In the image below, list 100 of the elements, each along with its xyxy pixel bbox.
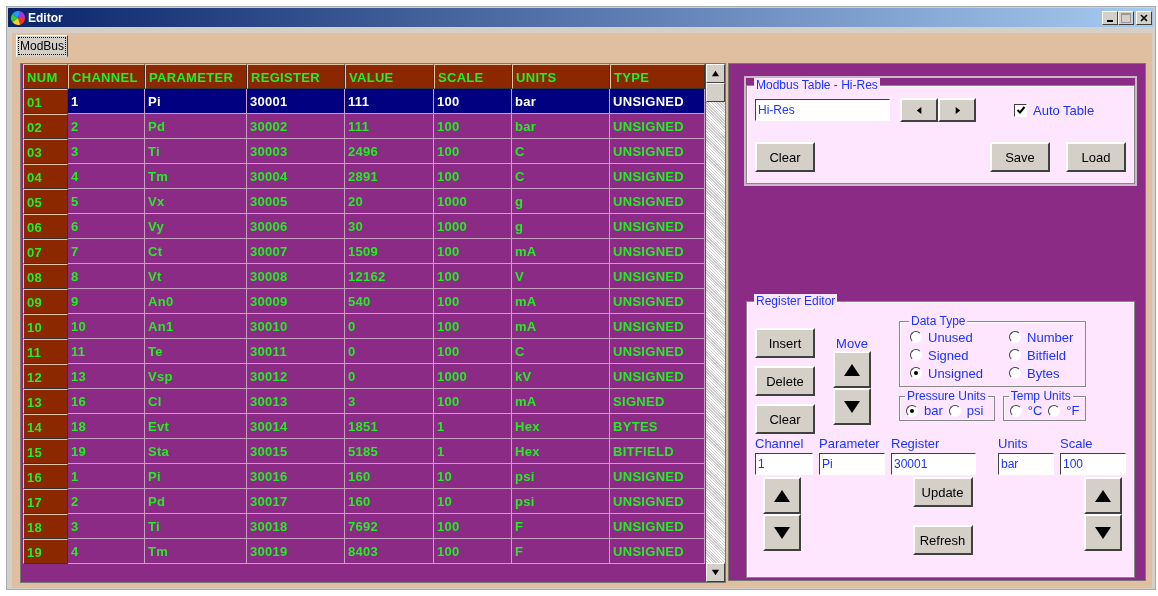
units-field[interactable]: bar (998, 453, 1054, 475)
row-header[interactable]: 09 (23, 289, 68, 314)
table-cell: 30018 (247, 514, 345, 539)
row-header[interactable]: 01 (23, 89, 68, 114)
table-cell: Tm (145, 164, 247, 189)
button[interactable]: Clear (755, 404, 815, 434)
button[interactable]: Delete (755, 366, 815, 396)
radio-button[interactable] (1048, 404, 1061, 417)
arrow-button[interactable] (938, 98, 976, 122)
maximize-button[interactable] (1118, 10, 1134, 25)
update-button[interactable]: Update (912, 477, 973, 507)
column-header[interactable]: PARAMETER (145, 64, 247, 89)
group-title: Modbus Table - Hi-Res (754, 78, 880, 92)
close-icon (1140, 13, 1148, 22)
radio-label: Unsigned (928, 365, 983, 381)
table-cell: 1 (68, 464, 145, 489)
arrow-button[interactable] (1084, 514, 1122, 551)
scroll-thumb[interactable] (706, 83, 725, 102)
button[interactable]: Insert (755, 328, 815, 358)
row-header[interactable]: 02 (23, 114, 68, 139)
table-cell: 30010 (247, 314, 345, 339)
column-header[interactable]: NUM (23, 64, 68, 89)
scale-field[interactable]: 100 (1060, 453, 1126, 475)
radio-button[interactable] (906, 404, 918, 417)
radio-button[interactable] (1009, 367, 1022, 379)
radio-label: Unused (928, 329, 973, 345)
row-header[interactable]: 03 (23, 139, 68, 164)
table-cell: 100 (434, 264, 512, 289)
name-field[interactable]: Hi-Res (755, 99, 890, 121)
table-cell: 100 (434, 339, 512, 364)
arrow-button[interactable] (833, 388, 871, 425)
row-header[interactable]: 10 (23, 314, 68, 339)
row-header[interactable]: 04 (23, 164, 68, 189)
row-header[interactable]: 08 (23, 264, 68, 289)
row-header[interactable]: 06 (23, 214, 68, 239)
radio-button[interactable] (948, 404, 961, 417)
refresh-button[interactable]: Refresh (912, 525, 973, 555)
channel-field[interactable]: 1 (755, 453, 813, 475)
table-cell: SIGNED (610, 389, 705, 414)
table-cell: Vy (145, 214, 247, 239)
clear-button[interactable]: Clear (755, 142, 815, 172)
arrow-button[interactable] (833, 351, 871, 388)
radio-button[interactable] (910, 367, 922, 379)
radio-button[interactable] (1009, 331, 1022, 343)
radio-button[interactable] (1009, 349, 1022, 361)
column-header[interactable]: TYPE (610, 64, 705, 89)
radio-button[interactable] (910, 331, 922, 343)
column-header[interactable]: CHANNEL (68, 64, 145, 89)
row-header[interactable]: 11 (23, 339, 68, 364)
table-cell: mA (512, 239, 610, 264)
table-cell: 30013 (247, 389, 345, 414)
column-header[interactable]: REGISTER (247, 64, 345, 89)
row-header[interactable]: 13 (23, 389, 68, 414)
row-header[interactable]: 12 (23, 364, 68, 389)
column-header[interactable]: VALUE (345, 64, 434, 89)
table-cell: psi (512, 464, 610, 489)
arrow-button[interactable] (1084, 477, 1122, 514)
arrow-button[interactable] (763, 514, 801, 551)
table-cell: mA (512, 389, 610, 414)
table-cell: 30011 (247, 339, 345, 364)
tab[interactable]: ModBus (16, 35, 69, 57)
field-label: Scale (1060, 436, 1094, 451)
column-header[interactable]: SCALE (434, 64, 512, 89)
table-cell: 100 (434, 114, 512, 139)
arrow-button[interactable] (900, 98, 938, 122)
row-header[interactable]: 19 (23, 539, 68, 564)
table-cell: 111 (345, 89, 434, 114)
save-button[interactable]: Save (990, 142, 1050, 172)
table-cell: 3 (68, 514, 145, 539)
close-button[interactable] (1136, 10, 1152, 25)
register-field[interactable]: 30001 (891, 453, 976, 475)
table-cell: Vsp (145, 364, 247, 389)
table-cell: UNSIGNED (610, 189, 705, 214)
column-header[interactable]: UNITS (512, 64, 610, 89)
table-cell: 30 (345, 214, 434, 239)
row-header[interactable]: 18 (23, 514, 68, 539)
load-button[interactable]: Load (1066, 142, 1126, 172)
row-header[interactable]: 16 (23, 464, 68, 489)
move-label: Move (836, 336, 868, 351)
window-title: Editor (28, 10, 64, 25)
minimize-button[interactable] (1102, 10, 1118, 25)
table-cell: UNSIGNED (610, 314, 705, 339)
table-cell: g (512, 189, 610, 214)
table-cell: mA (512, 314, 610, 339)
parameter-field[interactable]: Pi (819, 453, 885, 475)
checkbox[interactable] (1014, 103, 1027, 117)
row-header[interactable]: 15 (23, 439, 68, 464)
radio-button[interactable] (910, 349, 922, 361)
group-title: Data Type (909, 314, 968, 328)
row-header[interactable]: 17 (23, 489, 68, 514)
table-cell: 100 (434, 139, 512, 164)
table-cell: kV (512, 364, 610, 389)
left-arrow-icon (914, 105, 924, 115)
row-header[interactable]: 05 (23, 189, 68, 214)
arrow-button[interactable] (763, 477, 801, 514)
table-cell: Hex (512, 439, 610, 464)
field-label: Parameter (819, 436, 881, 451)
radio-button[interactable] (1009, 404, 1022, 417)
row-header[interactable]: 14 (23, 414, 68, 439)
row-header[interactable]: 07 (23, 239, 68, 264)
